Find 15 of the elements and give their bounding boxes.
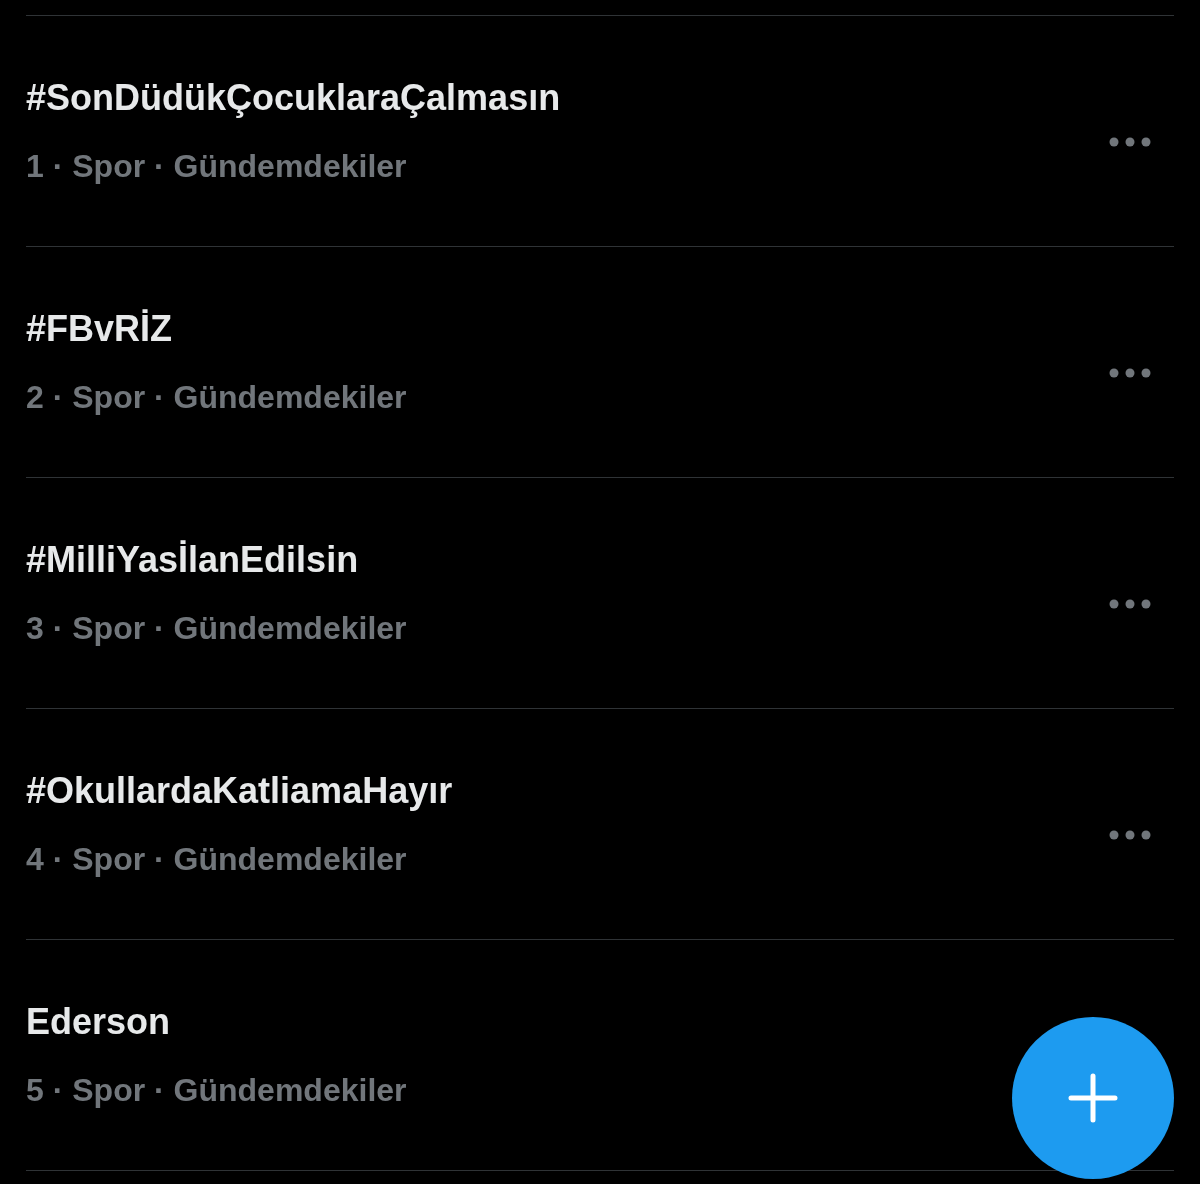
trend-title: #OkullardaKatliamaHayır xyxy=(26,769,453,813)
trend-meta: 1 · Spor · Gündemdekiler xyxy=(26,147,407,186)
plus-icon xyxy=(1068,1073,1118,1123)
trend-meta: 2 · Spor · Gündemdekiler xyxy=(26,378,407,417)
trend-meta: 5 · Spor · Gündemdekiler xyxy=(26,1071,407,1110)
trend-title: Ederson xyxy=(26,1000,171,1044)
trend-title: #MilliYasİlanEdilsin xyxy=(26,538,359,582)
more-icon xyxy=(1109,599,1151,609)
more-icon xyxy=(1109,137,1151,147)
trend-title: #SonDüdükÇocuklaraÇalmasın xyxy=(26,76,561,120)
more-icon xyxy=(1109,830,1151,840)
trend-title: #FBvRİZ xyxy=(26,307,173,351)
trend-meta: 4 · Spor · Gündemdekiler xyxy=(26,840,407,879)
more-icon xyxy=(1109,368,1151,378)
trend-meta: 3 · Spor · Gündemdekiler xyxy=(26,609,407,648)
